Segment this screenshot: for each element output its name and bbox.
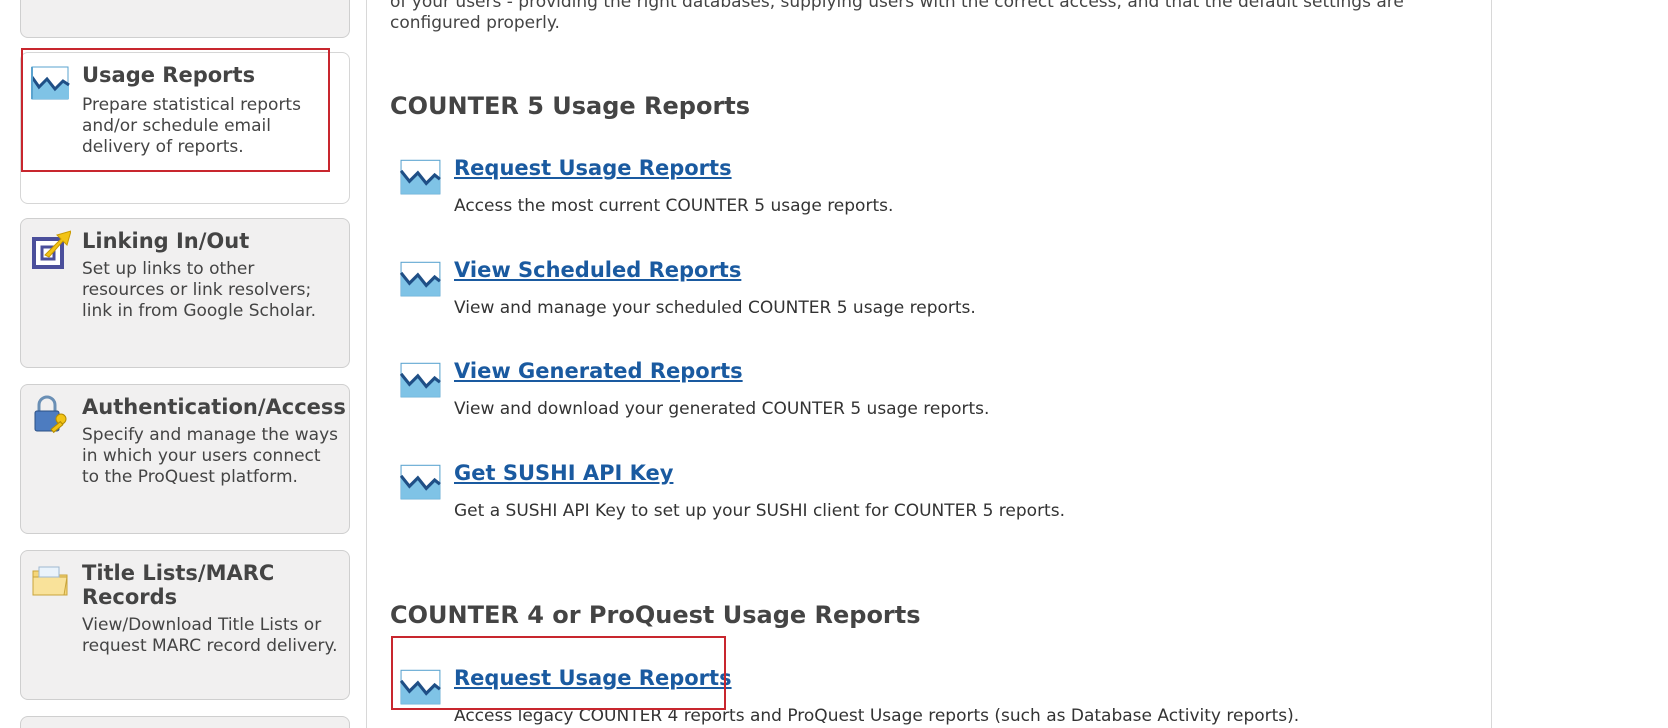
sidebar-item-linking[interactable]: Linking In/Out Set up links to other res… (20, 218, 350, 368)
report-item: View Scheduled Reports View and manage y… (400, 258, 1400, 338)
sidebar-item-description: Prepare statistical reports and/or sched… (82, 95, 301, 157)
sidebar-item-title: Usage Reports (82, 63, 256, 87)
sidebar-divider (366, 0, 367, 728)
report-item: Request Usage Reports Access the most cu… (400, 156, 1400, 236)
chart-icon (400, 669, 441, 705)
request-usage-reports-link[interactable]: Request Usage Reports (454, 156, 732, 180)
sidebar-item-usage-reports[interactable]: Usage Reports Prepare statistical report… (20, 52, 350, 204)
folder-icon (32, 566, 68, 596)
sidebar-item-description: Specify and manage the ways in which you… (82, 425, 339, 487)
report-item: Get SUSHI API Key Get a SUSHI API Key to… (400, 461, 1400, 541)
get-sushi-api-key-link[interactable]: Get SUSHI API Key (454, 461, 673, 485)
admin-sidebar: Usage Reports Prepare statistical report… (0, 0, 368, 728)
padlock-key-icon (34, 395, 67, 434)
report-item: View Generated Reports View and download… (400, 359, 1400, 439)
section-title-counter5: COUNTER 5 Usage Reports (390, 92, 751, 120)
sidebar-item-description: View/Download Title Lists or request MAR… (82, 615, 338, 656)
chart-icon (400, 159, 441, 195)
sidebar-item-title-lists[interactable]: Title Lists/MARC Records View/Download T… (20, 550, 350, 700)
report-description: Access the most current COUNTER 5 usage … (454, 196, 894, 216)
link-out-icon (32, 230, 71, 269)
sidebar-item-title: Linking In/Out (82, 229, 250, 253)
report-description: View and download your generated COUNTER… (454, 399, 990, 419)
sidebar-item-description: Set up links to other resources or link … (82, 259, 316, 321)
sidebar-item-title: Authentication/Access (82, 395, 346, 419)
report-item: Request Usage Reports Access legacy COUN… (400, 666, 1400, 728)
view-scheduled-reports-link[interactable]: View Scheduled Reports (454, 258, 741, 282)
chart-icon (400, 362, 441, 398)
report-description: View and manage your scheduled COUNTER 5… (454, 298, 976, 318)
main-content: of your users - providing the right data… (390, 0, 1490, 728)
report-description: Access legacy COUNTER 4 reports and ProQ… (454, 706, 1300, 726)
request-legacy-usage-reports-link[interactable]: Request Usage Reports (454, 666, 732, 690)
intro-text: of your users - providing the right data… (390, 0, 1404, 33)
chart-icon (31, 66, 70, 100)
sidebar-item-authentication[interactable]: Authentication/Access Specify and manage… (20, 384, 350, 534)
chart-icon (400, 464, 441, 500)
sidebar-card-next[interactable] (20, 716, 350, 728)
section-title-counter4: COUNTER 4 or ProQuest Usage Reports (390, 601, 921, 629)
content-right-border (1491, 0, 1492, 728)
sidebar-card-previous[interactable] (20, 0, 350, 38)
view-generated-reports-link[interactable]: View Generated Reports (454, 359, 743, 383)
sidebar-item-title: Title Lists/MARC Records (82, 561, 275, 609)
chart-icon (400, 261, 441, 297)
report-description: Get a SUSHI API Key to set up your SUSHI… (454, 501, 1065, 521)
